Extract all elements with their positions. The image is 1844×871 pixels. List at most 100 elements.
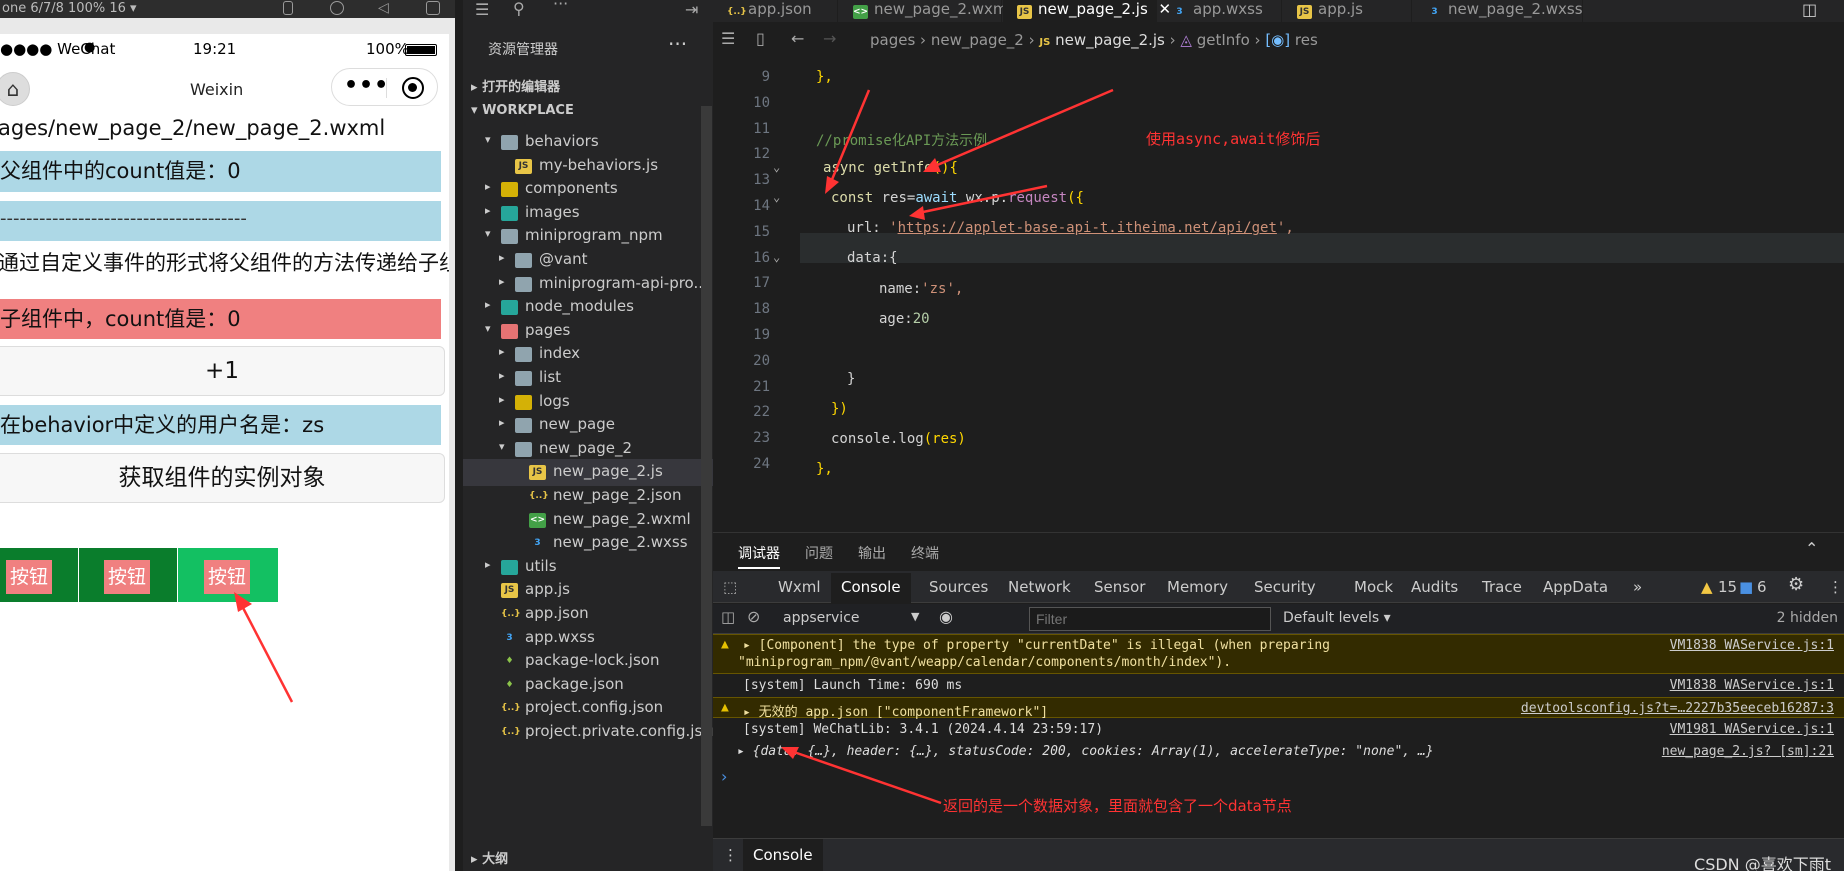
clear-console-icon[interactable]: ⊘ xyxy=(747,607,760,626)
console-prompt[interactable]: › xyxy=(721,767,727,786)
console-log-warning[interactable]: ▲ ▸ 无效的 app.json ["componentFramework"] … xyxy=(713,697,1844,720)
tab-app-wxss[interactable]: 3 app.wxss xyxy=(1158,0,1282,22)
tab-appdata[interactable]: AppData xyxy=(1543,578,1608,596)
chevron-right-icon[interactable]: ▸ xyxy=(499,416,505,429)
tab-sources[interactable]: Sources xyxy=(929,578,988,596)
chevron-down-icon[interactable]: ▾ xyxy=(485,322,491,335)
tab-debugger[interactable]: 调试器 xyxy=(738,543,780,569)
back-arrow-icon[interactable]: ← xyxy=(791,29,804,48)
chevron-right-icon[interactable]: ▸ xyxy=(485,180,491,193)
search-icon[interactable]: ⚲ xyxy=(513,0,525,18)
console-log-entry[interactable]: [system] Launch Time: 690 ms VM1838 WASe… xyxy=(713,675,1844,696)
tab-network[interactable]: Network xyxy=(1008,578,1071,596)
drawer-tab-console[interactable]: Console xyxy=(743,839,823,871)
home-record-icon[interactable] xyxy=(330,1,344,15)
drawer-menu-icon[interactable]: ⋮ xyxy=(723,846,738,864)
open-editors-section[interactable]: ▸ 打开的编辑器 xyxy=(471,76,560,95)
bookmark-icon[interactable]: ▯ xyxy=(756,29,765,48)
chevron-right-icon[interactable]: ▸ xyxy=(499,345,505,358)
chevron-right-icon[interactable]: ▸ xyxy=(499,275,505,288)
tab-new-page-2-wxml[interactable]: <> new_page_2.wxml xyxy=(839,0,1012,22)
console-log-entry[interactable]: [system] WeChatLib: 3.4.1 (2024.4.14 23:… xyxy=(713,719,1844,740)
outline-section[interactable]: ▸ 大纲 xyxy=(471,848,508,867)
tab-mock[interactable]: Mock xyxy=(1354,578,1393,596)
workplace-section[interactable]: ▾ WORKPLACE xyxy=(471,103,574,118)
chevron-right-icon[interactable]: ▸ xyxy=(499,369,505,382)
more-icon[interactable]: ··· xyxy=(553,0,568,13)
explorer-more-icon[interactable]: ··· xyxy=(668,32,687,56)
eye-icon[interactable]: ◉ xyxy=(939,607,953,626)
more-tabs-icon[interactable]: » xyxy=(1633,578,1642,596)
tree-item-project-private-config-json[interactable]: {..} project.private.config.json xyxy=(463,719,721,746)
tab-problems[interactable]: 问题 xyxy=(805,543,833,563)
log-source-link[interactable]: VM1838 WAService.js:1 xyxy=(1670,638,1834,653)
copy-icon[interactable] xyxy=(426,1,440,15)
request-url-link[interactable]: https://applet-base-api-t.itheima.net/ap… xyxy=(898,220,1277,236)
tab-memory[interactable]: Memory xyxy=(1167,578,1228,596)
breadcrumb-variable[interactable]: res xyxy=(1295,31,1318,49)
tab-console[interactable]: Console xyxy=(831,573,911,603)
chevron-right-icon[interactable]: ▸ xyxy=(499,393,505,406)
breadcrumb-file[interactable]: new_page_2.js xyxy=(1055,31,1165,49)
phone-icon[interactable] xyxy=(283,1,293,15)
collapse-panel-icon[interactable]: ⇥ xyxy=(685,0,698,19)
list-icon[interactable]: ☰ xyxy=(721,29,735,48)
fold-chevron-icon[interactable]: ⌄ xyxy=(773,250,780,264)
code-area[interactable]: 9 10 11 12 13 14 15 16 17 18 19 20 21 22 23 24 ⌄ ⌄ ⌄ }, //… xyxy=(713,52,1844,532)
breadcrumb-folder[interactable]: new_page_2 xyxy=(931,31,1024,49)
volume-icon[interactable]: ◁ xyxy=(378,0,392,16)
get-instance-button[interactable]: 获取组件的实例对象 xyxy=(0,453,445,503)
home-icon[interactable]: ⌂ xyxy=(0,72,30,106)
forward-arrow-icon[interactable]: → xyxy=(823,29,836,48)
log-source-link[interactable]: VM1981 WAService.js:1 xyxy=(1670,722,1834,737)
fold-chevron-icon[interactable]: ⌄ xyxy=(773,190,780,204)
tab-sensor[interactable]: Sensor xyxy=(1094,578,1145,596)
tab-output[interactable]: 输出 xyxy=(858,543,886,563)
plus-one-button[interactable]: +1 xyxy=(0,346,445,396)
green-button-2[interactable]: 按钮 xyxy=(79,548,177,602)
split-editor-icon[interactable]: ◫ xyxy=(1802,0,1817,19)
tab-trace[interactable]: Trace xyxy=(1482,578,1522,596)
fold-chevron-icon[interactable]: ⌄ xyxy=(773,160,780,174)
capsule-menu[interactable]: ••• xyxy=(331,68,438,106)
console-log-warning[interactable]: ▲ ▸ [Component] the type of property "cu… xyxy=(713,634,1844,674)
close-miniprogram-icon[interactable] xyxy=(402,77,424,99)
chevron-down-icon[interactable]: ▾ xyxy=(485,227,491,240)
chevron-down-icon[interactable]: ▼ xyxy=(911,610,919,623)
info-count[interactable]: 6 xyxy=(1757,578,1767,596)
chevron-down-icon[interactable]: ▾ xyxy=(485,133,491,146)
log-source-link[interactable]: VM1838 WAService.js:1 xyxy=(1670,678,1834,693)
chevron-right-icon[interactable]: ▸ xyxy=(499,251,505,264)
green-button-1[interactable]: 按钮 xyxy=(0,548,78,602)
list-icon[interactable]: ☰ xyxy=(475,0,489,19)
tab-new-page-2-wxss[interactable]: 3 new_page_2.wxss xyxy=(1413,0,1583,22)
log-source-link[interactable]: devtoolsconfig.js?t=…2227b35eeceb16287:3 xyxy=(1521,701,1834,716)
chevron-right-icon[interactable]: ▸ xyxy=(485,558,491,571)
tab-security[interactable]: Security xyxy=(1254,578,1316,596)
kebab-menu-icon[interactable]: ⋮ xyxy=(1828,578,1843,596)
tab-new-page-2-js[interactable]: JS new_page_2.js ✕ xyxy=(1003,0,1171,22)
tab-app-json[interactable]: {..}app.json xyxy=(713,0,838,22)
tab-wxml[interactable]: Wxml xyxy=(778,578,821,596)
explorer-scrollbar[interactable] xyxy=(701,106,712,826)
breadcrumb-pages[interactable]: pages xyxy=(870,31,915,49)
tab-app-js[interactable]: JS app.js xyxy=(1283,0,1412,22)
breadcrumb-method[interactable]: getInfo xyxy=(1197,31,1250,49)
device-label[interactable]: one 6/7/8 100% 16 ▾ xyxy=(2,1,137,16)
chevron-right-icon[interactable]: ▸ xyxy=(485,204,491,217)
chevron-right-icon[interactable]: ▸ xyxy=(485,298,491,311)
warning-count[interactable]: 15 xyxy=(1718,578,1737,596)
log-levels-select[interactable]: Default levels ▾ xyxy=(1283,610,1391,626)
log-source-link[interactable]: new_page_2.js? [sm]:21 xyxy=(1662,744,1834,759)
inspect-element-icon[interactable]: ⬚ xyxy=(723,578,737,596)
context-select[interactable]: appservice xyxy=(783,610,860,626)
folder-icon xyxy=(515,371,532,386)
filter-input[interactable] xyxy=(1029,607,1271,631)
sidebar-toggle-icon[interactable]: ◫ xyxy=(721,608,735,626)
chevron-down-icon[interactable]: ▾ xyxy=(499,440,505,453)
tab-terminal[interactable]: 终端 xyxy=(911,543,939,563)
tab-audits[interactable]: Audits xyxy=(1411,578,1458,596)
more-dots-icon[interactable]: ••• xyxy=(344,73,389,98)
collapse-panel-icon[interactable]: ⌃ xyxy=(1805,539,1818,558)
gear-icon[interactable]: ⚙ xyxy=(1788,574,1804,595)
